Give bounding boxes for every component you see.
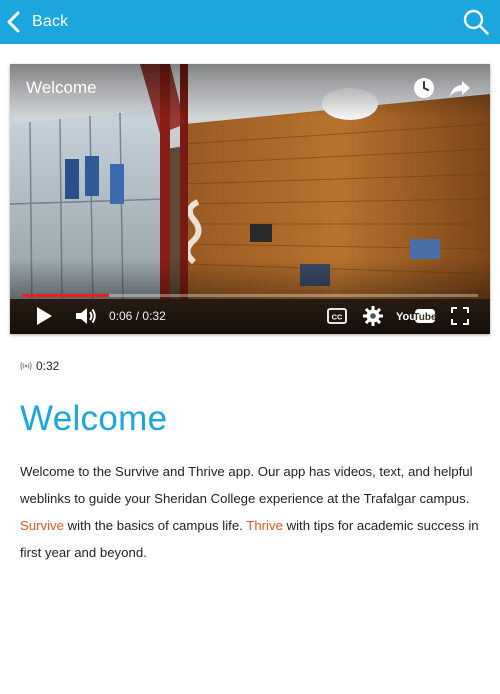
playback-time: 0:06 / 0:32 — [109, 309, 166, 323]
search-icon[interactable] — [462, 8, 490, 36]
video-player[interactable]: Welcome 0:06 / 0:32 CC You Tube — [10, 64, 490, 334]
back-label: Back — [32, 13, 69, 30]
chevron-left-icon — [7, 11, 20, 33]
fullscreen-icon[interactable] — [450, 306, 470, 326]
back-button[interactable]: Back — [6, 6, 68, 38]
video-title: Welcome — [26, 78, 97, 97]
survive-link[interactable]: Survive — [20, 518, 64, 533]
intro-text-2: with the basics of campus life. — [63, 518, 247, 533]
intro-paragraph: Welcome to the Survive and Thrive app. O… — [20, 458, 490, 566]
page-title: Welcome — [20, 399, 168, 438]
youtube-logo[interactable]: You Tube — [396, 307, 436, 325]
svg-text:Tube: Tube — [413, 312, 436, 323]
top-navigation-bar: Back — [0, 0, 500, 44]
progress-bar[interactable] — [22, 294, 478, 297]
duration-row: 0:32 — [20, 358, 59, 374]
broadcast-icon — [20, 361, 32, 371]
clock-icon[interactable] — [412, 76, 436, 100]
total-time: 0:32 — [142, 309, 166, 323]
intro-text-1: Welcome to the Survive and Thrive app. O… — [20, 464, 473, 506]
thrive-link[interactable]: Thrive — [246, 518, 283, 533]
play-icon[interactable] — [34, 306, 54, 326]
duration-text: 0:32 — [36, 359, 60, 373]
progress-played — [22, 294, 109, 297]
svg-text:CC: CC — [332, 313, 343, 322]
share-icon[interactable] — [448, 76, 472, 100]
time-separator: / — [135, 309, 140, 323]
current-time: 0:06 — [109, 309, 133, 323]
volume-icon[interactable] — [74, 305, 98, 327]
closed-captions-icon[interactable]: CC — [327, 308, 347, 324]
gear-icon[interactable] — [362, 305, 384, 327]
